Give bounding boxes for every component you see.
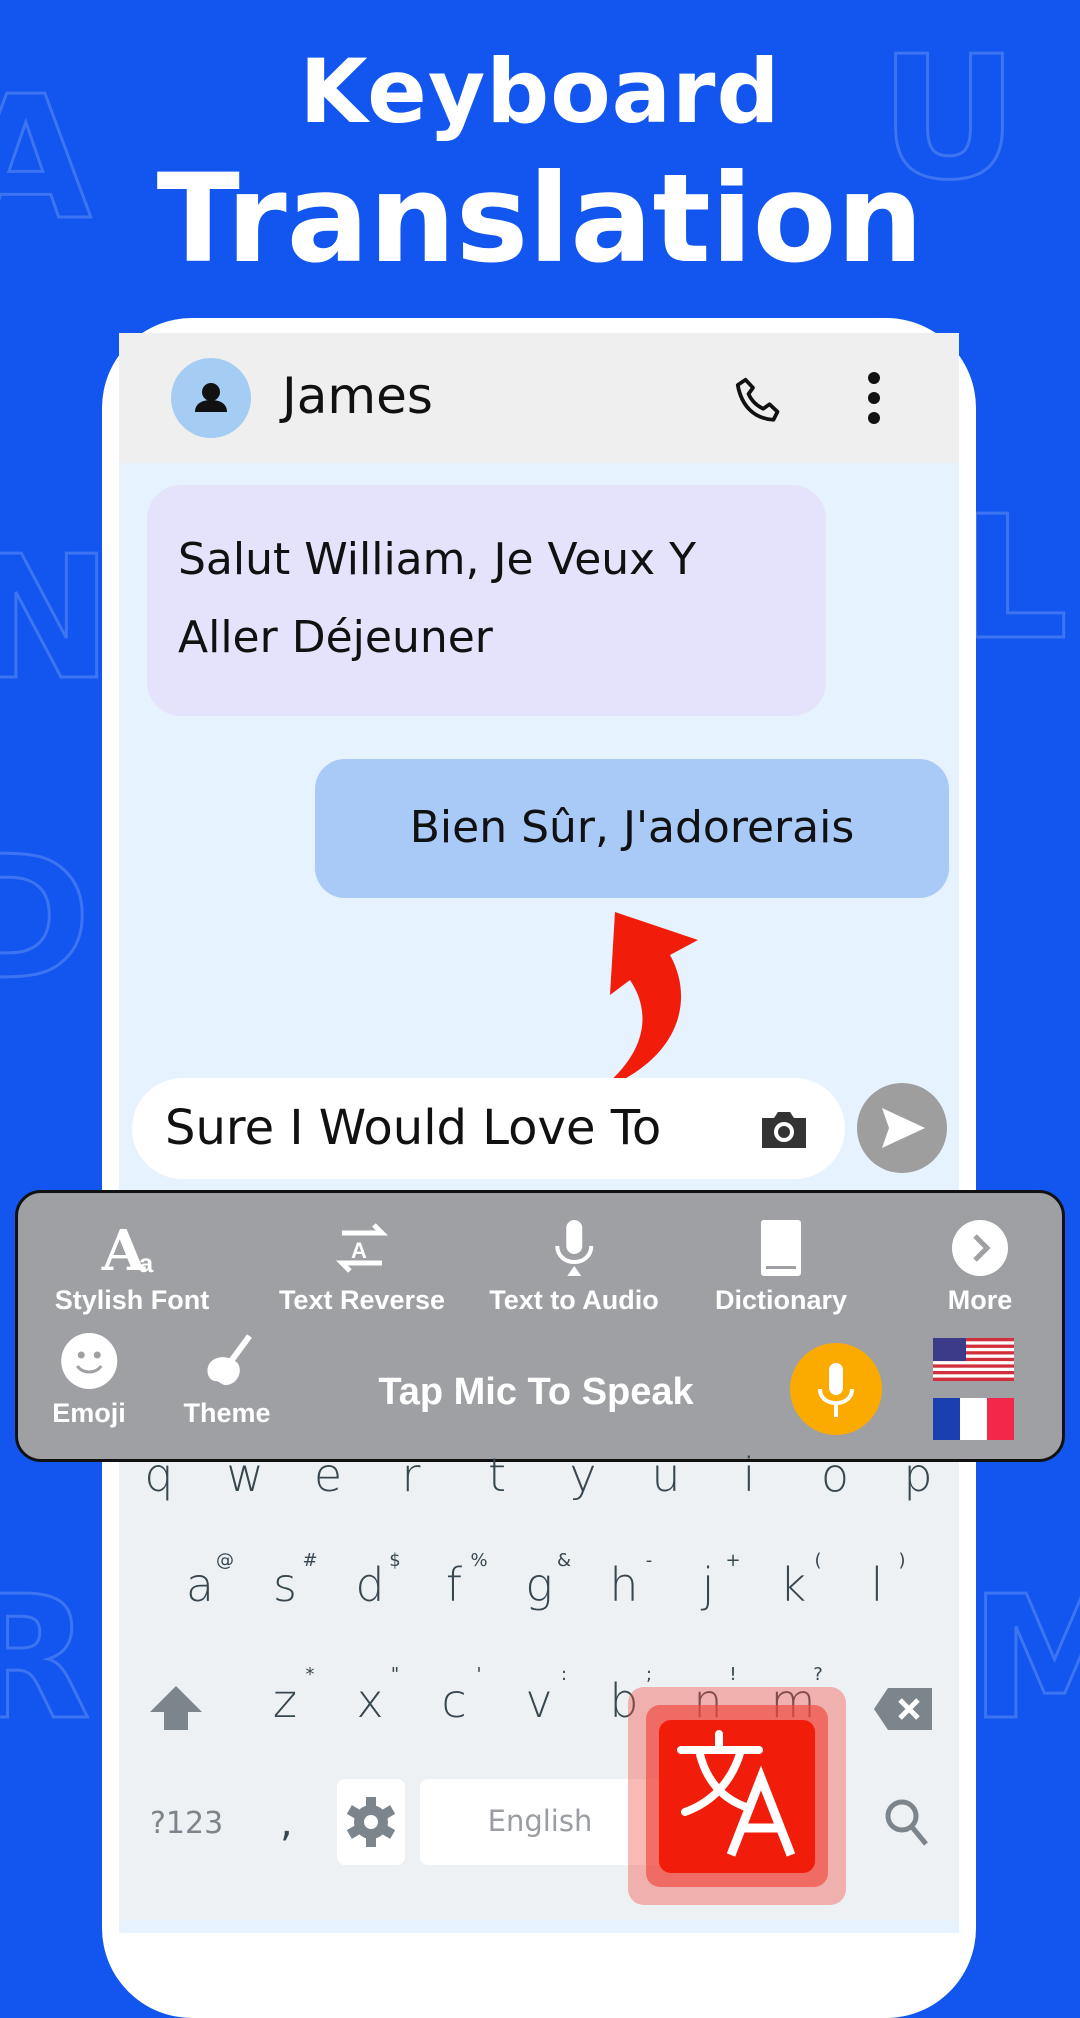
key-hint: ' bbox=[476, 1664, 482, 1685]
avatar[interactable] bbox=[171, 358, 251, 438]
tool-label: Text Reverse bbox=[278, 1285, 446, 1315]
send-button[interactable] bbox=[857, 1083, 947, 1173]
key-hint: & bbox=[556, 1550, 572, 1571]
theme-button[interactable]: Theme bbox=[183, 1331, 271, 1429]
reverse-icon: A bbox=[335, 1223, 389, 1273]
key-hint: : bbox=[560, 1664, 568, 1685]
tool-stylish-font[interactable]: Aa Stylish Font bbox=[55, 1218, 210, 1316]
key-w[interactable]: w bbox=[215, 1448, 275, 1502]
tool-text-to-audio[interactable]: Text to Audio bbox=[489, 1218, 659, 1316]
key-e[interactable]: e bbox=[298, 1448, 358, 1502]
translate-key[interactable] bbox=[659, 1720, 815, 1873]
translate-icon bbox=[677, 1730, 796, 1857]
us-flag-icon[interactable] bbox=[933, 1338, 1014, 1381]
shift-key[interactable] bbox=[148, 1684, 204, 1734]
key-hint: @ bbox=[216, 1550, 234, 1571]
tool-label: Stylish Font bbox=[54, 1285, 210, 1315]
tap-mic-label: Tap Mic To Speak bbox=[378, 1371, 694, 1413]
curved-arrow-icon bbox=[600, 912, 698, 1090]
symbols-key[interactable]: ?123 bbox=[150, 1806, 223, 1841]
emoji-label: Emoji bbox=[52, 1398, 126, 1428]
key-y[interactable]: y bbox=[553, 1448, 613, 1502]
mic-icon bbox=[554, 1220, 593, 1276]
key-hint: ? bbox=[813, 1664, 823, 1685]
france-flag-icon[interactable] bbox=[933, 1398, 1014, 1440]
tool-more[interactable]: More bbox=[945, 1218, 1015, 1316]
key-hint: ; bbox=[645, 1664, 653, 1685]
svg-text:a: a bbox=[139, 1248, 154, 1278]
font-icon: Aa bbox=[101, 1218, 154, 1284]
key-hint: " bbox=[390, 1664, 400, 1685]
key-u[interactable]: u bbox=[636, 1448, 696, 1502]
emoji-button[interactable]: Emoji bbox=[52, 1331, 126, 1429]
tool-label: Text to Audio bbox=[489, 1285, 659, 1315]
paint-brush-icon bbox=[207, 1334, 252, 1385]
more-options-icon[interactable] bbox=[854, 368, 894, 428]
background-doodle: D bbox=[0, 819, 93, 1020]
backspace-key[interactable] bbox=[874, 1688, 932, 1734]
tool-dictionary[interactable]: Dictionary bbox=[715, 1218, 847, 1316]
message-line: Salut William, Je Veux Y bbox=[178, 534, 697, 585]
key-hint: % bbox=[470, 1550, 488, 1571]
background-doodle: L bbox=[958, 479, 1069, 680]
key-t[interactable]: t bbox=[467, 1448, 527, 1502]
background-doodle: R bbox=[0, 1559, 92, 1760]
send-icon bbox=[882, 1108, 925, 1148]
backspace-icon bbox=[874, 1688, 932, 1730]
tool-label: Dictionary bbox=[714, 1285, 848, 1315]
keyboard-toolbar: Aa Stylish Font A Text Reverse Text to A… bbox=[15, 1190, 1065, 1462]
message-input-text: Sure I Would Love To bbox=[165, 1100, 662, 1156]
key-hint: ( bbox=[814, 1550, 822, 1571]
key-hint: * bbox=[305, 1664, 315, 1685]
book-icon bbox=[760, 1220, 801, 1276]
chevron-right-icon bbox=[952, 1220, 1008, 1276]
tool-label: More bbox=[947, 1285, 1013, 1315]
space-key-label: English bbox=[487, 1804, 593, 1838]
message-line: Aller Déjeuner bbox=[178, 612, 493, 663]
key-i[interactable]: i bbox=[719, 1448, 779, 1502]
chat-header: James bbox=[119, 333, 959, 463]
person-icon bbox=[195, 383, 227, 412]
shift-icon bbox=[150, 1686, 202, 1730]
background-doodle: N bbox=[0, 519, 114, 720]
theme-label: Theme bbox=[183, 1398, 271, 1428]
key-q[interactable]: q bbox=[129, 1448, 189, 1502]
key-r[interactable]: r bbox=[381, 1448, 441, 1502]
key-o[interactable]: o bbox=[805, 1448, 865, 1502]
promo-title-line2: Translation bbox=[156, 148, 924, 290]
tool-text-reverse[interactable]: A Text Reverse bbox=[279, 1218, 445, 1316]
key-p[interactable]: p bbox=[888, 1448, 948, 1502]
key-hint: ! bbox=[729, 1664, 737, 1685]
key-hint: # bbox=[302, 1550, 318, 1571]
mic-icon bbox=[818, 1363, 854, 1417]
gear-icon bbox=[346, 1797, 396, 1847]
voice-input-button[interactable] bbox=[790, 1343, 882, 1435]
background-doodle: M bbox=[968, 1559, 1080, 1760]
emoji-icon bbox=[60, 1333, 117, 1389]
contact-name: James bbox=[282, 367, 433, 425]
key-hint: $ bbox=[389, 1550, 401, 1571]
settings-key[interactable] bbox=[337, 1779, 405, 1865]
key-hint: ) bbox=[898, 1550, 906, 1571]
comma-key[interactable]: , bbox=[280, 1800, 293, 1846]
key-hint: - bbox=[645, 1550, 653, 1571]
message-input[interactable]: Sure I Would Love To bbox=[132, 1078, 845, 1179]
key-c[interactable]: c bbox=[424, 1674, 484, 1728]
message-sent: Bien Sûr, J'adorerais bbox=[315, 759, 949, 898]
phone-icon[interactable] bbox=[729, 371, 789, 431]
key-hint: + bbox=[725, 1550, 741, 1571]
camera-icon[interactable] bbox=[758, 1106, 810, 1152]
promo-title-line1: Keyboard bbox=[299, 40, 781, 143]
svg-text:A: A bbox=[351, 1238, 367, 1263]
message-line: Bien Sûr, J'adorerais bbox=[409, 802, 855, 853]
search-icon[interactable] bbox=[884, 1798, 930, 1848]
message-received: Salut William, Je Veux Y Aller Déjeuner bbox=[147, 485, 826, 716]
